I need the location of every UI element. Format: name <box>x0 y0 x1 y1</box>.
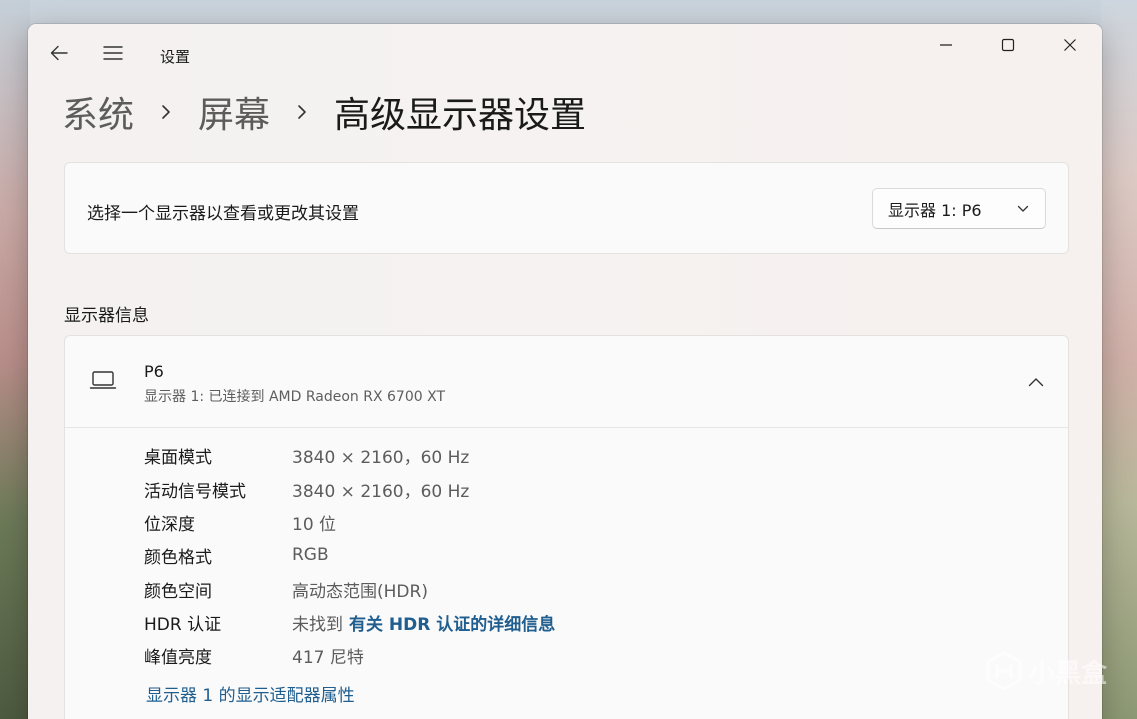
maximize-button[interactable] <box>985 30 1031 60</box>
chevron-right-icon <box>160 102 172 122</box>
desktop-wallpaper-left <box>0 0 30 719</box>
hamburger-menu-icon <box>103 46 123 60</box>
select-display-card: 选择一个显示器以查看或更改其设置 显示器 1: P6 <box>64 162 1069 254</box>
select-display-label: 选择一个显示器以查看或更改其设置 <box>87 204 359 224</box>
info-value: 高动态范围(HDR) <box>292 581 428 602</box>
display-select-dropdown[interactable]: 显示器 1: P6 <box>872 188 1046 229</box>
section-title-display-info: 显示器信息 <box>64 306 149 326</box>
watermark-text: 小黑盒 <box>1028 658 1107 689</box>
maximize-icon <box>1001 38 1015 52</box>
info-value: 10 位 <box>292 514 337 535</box>
title-bar: 设置 <box>28 24 1102 70</box>
info-value: RGB <box>292 545 329 565</box>
monitor-name: P6 <box>144 362 164 381</box>
chevron-right-icon <box>296 102 308 122</box>
settings-window: 设置 系统 屏幕 高级显示器设置 选择一个显示器以查看或更改其设置 显示器 1:… <box>28 24 1102 719</box>
hdr-cert-status: 未找到 <box>292 614 343 635</box>
info-value: 417 尼特 <box>292 647 364 668</box>
laptop-icon <box>89 371 117 389</box>
back-button[interactable] <box>48 42 70 64</box>
minimize-button[interactable] <box>923 30 969 60</box>
minimize-icon <box>940 44 952 46</box>
hdr-cert-details-link[interactable]: 有关 HDR 认证的详细信息 <box>349 615 555 635</box>
breadcrumb: 系统 屏幕 高级显示器设置 <box>62 86 586 138</box>
close-icon <box>1064 39 1076 51</box>
monitor-connection-info: 显示器 1: 已连接到 AMD Radeon RX 6700 XT <box>144 389 445 405</box>
info-label: 颜色空间 <box>144 581 212 602</box>
info-label: 位深度 <box>144 514 195 535</box>
info-label: 峰值亮度 <box>144 647 212 668</box>
display-select-value: 显示器 1: P6 <box>888 200 982 220</box>
xiaoheihe-logo-icon <box>986 651 1022 691</box>
chevron-down-icon <box>1017 205 1029 212</box>
display-adapter-properties-link[interactable]: 显示器 1 的显示适配器属性 <box>146 681 355 706</box>
display-info-card: P6 显示器 1: 已连接到 AMD Radeon RX 6700 XT 桌面模… <box>64 335 1069 719</box>
info-label: 颜色格式 <box>144 547 212 568</box>
close-button[interactable] <box>1047 30 1093 60</box>
info-value: 3840 × 2160，60 Hz <box>292 481 470 502</box>
breadcrumb-system[interactable]: 系统 <box>62 86 134 138</box>
navigation-menu-button[interactable] <box>102 42 124 64</box>
collapse-button[interactable] <box>1023 372 1049 392</box>
info-label: HDR 认证 <box>144 614 222 635</box>
chevron-up-icon <box>1028 378 1044 387</box>
back-arrow-icon <box>50 45 68 61</box>
desktop-wallpaper-right <box>1101 0 1137 719</box>
info-label: 桌面模式 <box>144 447 212 468</box>
info-value: 3840 × 2160，60 Hz <box>292 447 470 468</box>
breadcrumb-display[interactable]: 屏幕 <box>198 86 270 138</box>
info-label: 活动信号模式 <box>144 481 246 502</box>
app-title: 设置 <box>160 48 191 66</box>
display-info-header[interactable]: P6 显示器 1: 已连接到 AMD Radeon RX 6700 XT <box>65 336 1068 428</box>
watermark: 小黑盒 <box>985 651 1107 691</box>
info-value: 未找到 有关 HDR 认证的详细信息 <box>292 610 555 635</box>
page-title: 高级显示器设置 <box>334 95 587 136</box>
